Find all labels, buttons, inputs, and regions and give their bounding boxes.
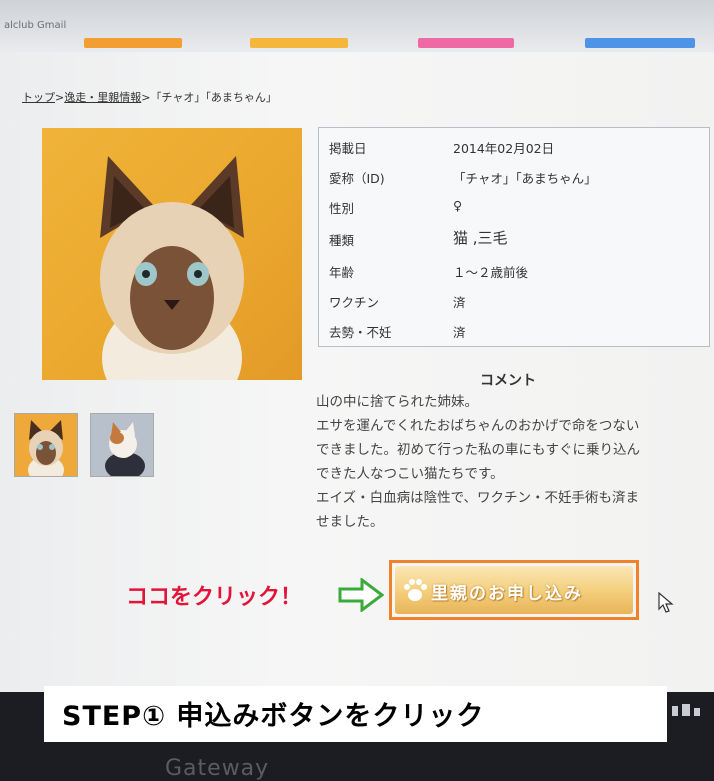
nav-tab-1[interactable]	[84, 38, 182, 48]
info-label: 性別	[329, 201, 355, 216]
step-caption-box: STEP① 申込みボタンをクリック	[44, 686, 667, 742]
info-value: 済	[453, 295, 466, 310]
comment-line: できた人なつこい猫たちです。	[316, 466, 504, 482]
breadcrumb-separator: >	[55, 91, 65, 104]
info-row-neutered: 去勢・不妊 済	[329, 314, 699, 342]
click-here-annotation: ココをクリック！	[126, 585, 303, 610]
mouse-cursor-icon	[658, 592, 674, 613]
comment-body: 山の中に捨てられた姉妹。 エサを運んでくれたおばちゃんのおかげで命をつない でき…	[316, 390, 714, 534]
info-row-breed: 種類 猫 ,三毛	[329, 222, 699, 250]
apply-button-label: 里親のお申し込み	[431, 584, 583, 604]
info-row-sex: 性別 ♀	[329, 190, 699, 218]
comment-title: コメント	[480, 373, 536, 389]
system-tray-icons[interactable]	[670, 700, 714, 720]
comment-line: エイズ・白血病は陰性で、ワクチン・不妊手術も済ま	[316, 490, 640, 506]
web-page: トップ>逸走・里親情報>「チャオ」「あまちゃん」 掲載日 2014年02月02日…	[0, 52, 714, 692]
info-value: 済	[453, 325, 466, 340]
thumbnail-2[interactable]	[90, 413, 154, 477]
info-value: ♀	[453, 198, 463, 213]
info-row-age: 年齢 １～２歳前後	[329, 254, 699, 282]
thumbnail-cat-image	[28, 420, 64, 476]
siamese-kitten-image	[100, 156, 244, 380]
paw-icon	[404, 579, 427, 601]
nav-tab-2[interactable]	[250, 38, 348, 48]
comment-line: せました。	[316, 514, 384, 530]
breadcrumb-home-link[interactable]: トップ	[22, 91, 55, 104]
thumbnail-1[interactable]	[14, 413, 78, 477]
comment-line: 山の中に捨てられた姉妹。	[316, 394, 478, 410]
nav-tab-4[interactable]	[585, 38, 695, 48]
info-label: 去勢・不妊	[329, 325, 392, 340]
apply-foster-button[interactable]: 里親のお申し込み	[395, 566, 633, 614]
info-value: 猫 ,三毛	[453, 229, 508, 247]
breadcrumb-section-link[interactable]: 逸走・里親情報	[64, 91, 141, 104]
arrow-right-icon	[338, 578, 384, 612]
browser-tab-title[interactable]: alclub Gmail	[4, 20, 66, 31]
step-caption: STEP① 申込みボタンをクリック	[62, 701, 485, 732]
info-value: 「チャオ」「あまちゃん」	[453, 171, 597, 186]
info-label: 種類	[329, 233, 355, 248]
info-label: 年齢	[329, 265, 355, 280]
main-cat-photo	[42, 128, 302, 380]
info-value: 2014年02月02日	[453, 141, 555, 156]
info-row-date: 掲載日 2014年02月02日	[329, 130, 699, 158]
nav-tab-3[interactable]	[418, 38, 514, 48]
comment-line: エサを運んでくれたおばちゃんのおかげで命をつない	[316, 418, 640, 434]
info-label: 愛称（ID)	[329, 171, 385, 186]
thumbnail-calico-cat-image	[91, 414, 153, 476]
breadcrumb-current: 「チャオ」「あまちゃん」	[150, 91, 277, 104]
info-label: ワクチン	[329, 295, 380, 310]
info-row-name: 愛称（ID) 「チャオ」「あまちゃん」	[329, 160, 699, 188]
browser-top-bar: alclub Gmail	[0, 0, 714, 52]
info-row-vaccine: ワクチン 済	[329, 284, 699, 312]
monitor-brand-logo: Gateway	[165, 756, 270, 781]
comment-line: できました。初めて行った私の車にもすぐに乗り込ん	[316, 442, 640, 458]
breadcrumb: トップ>逸走・里親情報>「チャオ」「あまちゃん」	[22, 89, 277, 105]
info-value: １～２歳前後	[453, 265, 529, 280]
info-label: 掲載日	[329, 141, 367, 156]
pet-info-table: 掲載日 2014年02月02日 愛称（ID) 「チャオ」「あまちゃん」 性別 ♀…	[318, 127, 710, 347]
